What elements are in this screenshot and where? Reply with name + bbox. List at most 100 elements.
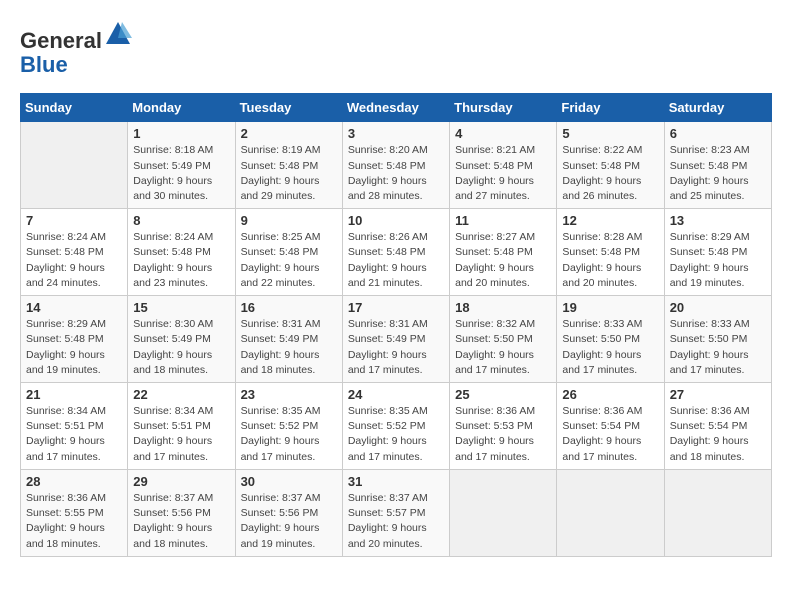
day-info: Sunrise: 8:28 AM Sunset: 5:48 PM Dayligh… bbox=[562, 230, 658, 291]
calendar-day-cell: 31Sunrise: 8:37 AM Sunset: 5:57 PM Dayli… bbox=[342, 469, 449, 556]
day-number: 13 bbox=[670, 213, 766, 228]
calendar-day-cell: 22 Sunrise: 8:34 AM Sunset: 5:51 PM Dayli… bbox=[128, 383, 235, 470]
calendar-day-cell bbox=[664, 469, 771, 556]
calendar-day-cell: 13 Sunrise: 8:29 AM Sunset: 5:48 PM Dayli… bbox=[664, 209, 771, 296]
day-info: Sunrise: 8:20 AM Sunset: 5:48 PM Dayligh… bbox=[348, 143, 444, 204]
day-number: 29 bbox=[133, 474, 229, 489]
calendar-day-cell: 18 Sunrise: 8:32 AM Sunset: 5:50 PM Dayli… bbox=[450, 296, 557, 383]
day-info: Sunrise: 8:35 AM Sunset: 5:52 PM Dayligh… bbox=[241, 404, 337, 465]
day-number: 20 bbox=[670, 300, 766, 315]
day-info: Sunrise: 8:37 AM Sunset: 5:57 PM Dayligh… bbox=[348, 491, 444, 552]
calendar-day-cell: 30 Sunrise: 8:37 AM Sunset: 5:56 PM Dayli… bbox=[235, 469, 342, 556]
calendar-week-row: 14Sunrise: 8:29 AM Sunset: 5:48 PM Dayli… bbox=[21, 296, 772, 383]
calendar-day-cell: 27Sunrise: 8:36 AM Sunset: 5:54 PM Dayli… bbox=[664, 383, 771, 470]
calendar-day-cell: 4 Sunrise: 8:21 AM Sunset: 5:48 PM Daylig… bbox=[450, 122, 557, 209]
day-info: Sunrise: 8:19 AM Sunset: 5:48 PM Dayligh… bbox=[241, 143, 337, 204]
day-number: 3 bbox=[348, 126, 444, 141]
calendar-day-cell: 24Sunrise: 8:35 AM Sunset: 5:52 PM Dayli… bbox=[342, 383, 449, 470]
calendar-day-cell: 7Sunrise: 8:24 AM Sunset: 5:48 PM Daylig… bbox=[21, 209, 128, 296]
calendar-header-saturday: Saturday bbox=[664, 94, 771, 122]
calendar-header-row: SundayMondayTuesdayWednesdayThursdayFrid… bbox=[21, 94, 772, 122]
day-info: Sunrise: 8:26 AM Sunset: 5:48 PM Dayligh… bbox=[348, 230, 444, 291]
day-number: 25 bbox=[455, 387, 551, 402]
calendar-week-row: 21 Sunrise: 8:34 AM Sunset: 5:51 PM Dayli… bbox=[21, 383, 772, 470]
day-info: Sunrise: 8:30 AM Sunset: 5:49 PM Dayligh… bbox=[133, 317, 229, 378]
day-info: Sunrise: 8:18 AM Sunset: 5:49 PM Dayligh… bbox=[133, 143, 229, 204]
day-info: Sunrise: 8:25 AM Sunset: 5:48 PM Dayligh… bbox=[241, 230, 337, 291]
calendar-day-cell: 5 Sunrise: 8:22 AM Sunset: 5:48 PM Daylig… bbox=[557, 122, 664, 209]
calendar-week-row: 7 Sunrise: 8:24 AM Sunset: 5:48 PM Daylig… bbox=[21, 209, 772, 296]
calendar-day-cell: 10 Sunrise: 8:26 AM Sunset: 5:48 PM Dayli… bbox=[342, 209, 449, 296]
day-number: 4 bbox=[455, 126, 551, 141]
day-info: Sunrise: 8:22 AM Sunset: 5:48 PM Dayligh… bbox=[562, 143, 658, 204]
day-info: Sunrise: 8:33 AM Sunset: 5:50 PM Dayligh… bbox=[562, 317, 658, 378]
day-number: 9 bbox=[241, 213, 337, 228]
day-number: 28 bbox=[26, 474, 122, 489]
day-number: 27 bbox=[670, 387, 766, 402]
calendar-day-cell: 23 Sunrise: 8:35 AM Sunset: 5:52 PM Dayli… bbox=[235, 383, 342, 470]
day-number: 1 bbox=[133, 126, 229, 141]
calendar-day-cell: 2 Sunrise: 8:19 AM Sunset: 5:48 PM Daylig… bbox=[235, 122, 342, 209]
calendar-day-cell: 11 Sunrise: 8:27 AM Sunset: 5:48 PM Dayli… bbox=[450, 209, 557, 296]
day-number: 11 bbox=[455, 213, 551, 228]
day-info: Sunrise: 8:37 AM Sunset: 5:56 PM Dayligh… bbox=[241, 491, 337, 552]
calendar-day-cell: 17Sunrise: 8:31 AM Sunset: 5:49 PM Dayli… bbox=[342, 296, 449, 383]
calendar-day-cell: 8 Sunrise: 8:24 AM Sunset: 5:48 PM Daylig… bbox=[128, 209, 235, 296]
logo-icon bbox=[104, 20, 132, 48]
calendar-day-cell: 14Sunrise: 8:29 AM Sunset: 5:48 PM Dayli… bbox=[21, 296, 128, 383]
logo-blue-text: Blue bbox=[20, 52, 68, 77]
day-number: 2 bbox=[241, 126, 337, 141]
day-number: 8 bbox=[133, 213, 229, 228]
day-info: Sunrise: 8:24 AM Sunset: 5:48 PM Dayligh… bbox=[133, 230, 229, 291]
day-number: 22 bbox=[133, 387, 229, 402]
calendar-header-sunday: Sunday bbox=[21, 94, 128, 122]
calendar-day-cell: 15 Sunrise: 8:30 AM Sunset: 5:49 PM Dayli… bbox=[128, 296, 235, 383]
calendar-day-cell: 25 Sunrise: 8:36 AM Sunset: 5:53 PM Dayli… bbox=[450, 383, 557, 470]
day-number: 14 bbox=[26, 300, 122, 315]
calendar-day-cell: 28Sunrise: 8:36 AM Sunset: 5:55 PM Dayli… bbox=[21, 469, 128, 556]
logo-general-text: General bbox=[20, 28, 102, 53]
day-info: Sunrise: 8:31 AM Sunset: 5:49 PM Dayligh… bbox=[241, 317, 337, 378]
calendar-day-cell: 12 Sunrise: 8:28 AM Sunset: 5:48 PM Dayli… bbox=[557, 209, 664, 296]
calendar-header-friday: Friday bbox=[557, 94, 664, 122]
calendar-day-cell bbox=[21, 122, 128, 209]
day-number: 7 bbox=[26, 213, 122, 228]
day-number: 6 bbox=[670, 126, 766, 141]
day-number: 19 bbox=[562, 300, 658, 315]
day-info: Sunrise: 8:29 AM Sunset: 5:48 PM Dayligh… bbox=[670, 230, 766, 291]
calendar-day-cell bbox=[557, 469, 664, 556]
day-info: Sunrise: 8:27 AM Sunset: 5:48 PM Dayligh… bbox=[455, 230, 551, 291]
calendar-day-cell: 29 Sunrise: 8:37 AM Sunset: 5:56 PM Dayli… bbox=[128, 469, 235, 556]
calendar-header-monday: Monday bbox=[128, 94, 235, 122]
calendar-day-cell bbox=[450, 469, 557, 556]
day-number: 23 bbox=[241, 387, 337, 402]
day-info: Sunrise: 8:21 AM Sunset: 5:48 PM Dayligh… bbox=[455, 143, 551, 204]
day-info: Sunrise: 8:34 AM Sunset: 5:51 PM Dayligh… bbox=[26, 404, 122, 465]
calendar-day-cell: 16 Sunrise: 8:31 AM Sunset: 5:49 PM Dayli… bbox=[235, 296, 342, 383]
day-info: Sunrise: 8:32 AM Sunset: 5:50 PM Dayligh… bbox=[455, 317, 551, 378]
day-number: 10 bbox=[348, 213, 444, 228]
day-number: 5 bbox=[562, 126, 658, 141]
calendar-week-row: 1 Sunrise: 8:18 AM Sunset: 5:49 PM Daylig… bbox=[21, 122, 772, 209]
logo: General Blue bbox=[20, 20, 132, 77]
calendar-day-cell: 21 Sunrise: 8:34 AM Sunset: 5:51 PM Dayli… bbox=[21, 383, 128, 470]
day-number: 30 bbox=[241, 474, 337, 489]
day-number: 24 bbox=[348, 387, 444, 402]
day-number: 18 bbox=[455, 300, 551, 315]
calendar-header-tuesday: Tuesday bbox=[235, 94, 342, 122]
day-info: Sunrise: 8:33 AM Sunset: 5:50 PM Dayligh… bbox=[670, 317, 766, 378]
day-info: Sunrise: 8:34 AM Sunset: 5:51 PM Dayligh… bbox=[133, 404, 229, 465]
day-info: Sunrise: 8:23 AM Sunset: 5:48 PM Dayligh… bbox=[670, 143, 766, 204]
day-info: Sunrise: 8:36 AM Sunset: 5:54 PM Dayligh… bbox=[562, 404, 658, 465]
day-number: 16 bbox=[241, 300, 337, 315]
page-header: General Blue bbox=[20, 20, 772, 77]
calendar-week-row: 28Sunrise: 8:36 AM Sunset: 5:55 PM Dayli… bbox=[21, 469, 772, 556]
calendar-day-cell: 20 Sunrise: 8:33 AM Sunset: 5:50 PM Dayli… bbox=[664, 296, 771, 383]
day-info: Sunrise: 8:37 AM Sunset: 5:56 PM Dayligh… bbox=[133, 491, 229, 552]
calendar-table: SundayMondayTuesdayWednesdayThursdayFrid… bbox=[20, 93, 772, 556]
calendar-day-cell: 19 Sunrise: 8:33 AM Sunset: 5:50 PM Dayli… bbox=[557, 296, 664, 383]
day-info: Sunrise: 8:36 AM Sunset: 5:53 PM Dayligh… bbox=[455, 404, 551, 465]
day-number: 12 bbox=[562, 213, 658, 228]
day-number: 15 bbox=[133, 300, 229, 315]
day-number: 21 bbox=[26, 387, 122, 402]
